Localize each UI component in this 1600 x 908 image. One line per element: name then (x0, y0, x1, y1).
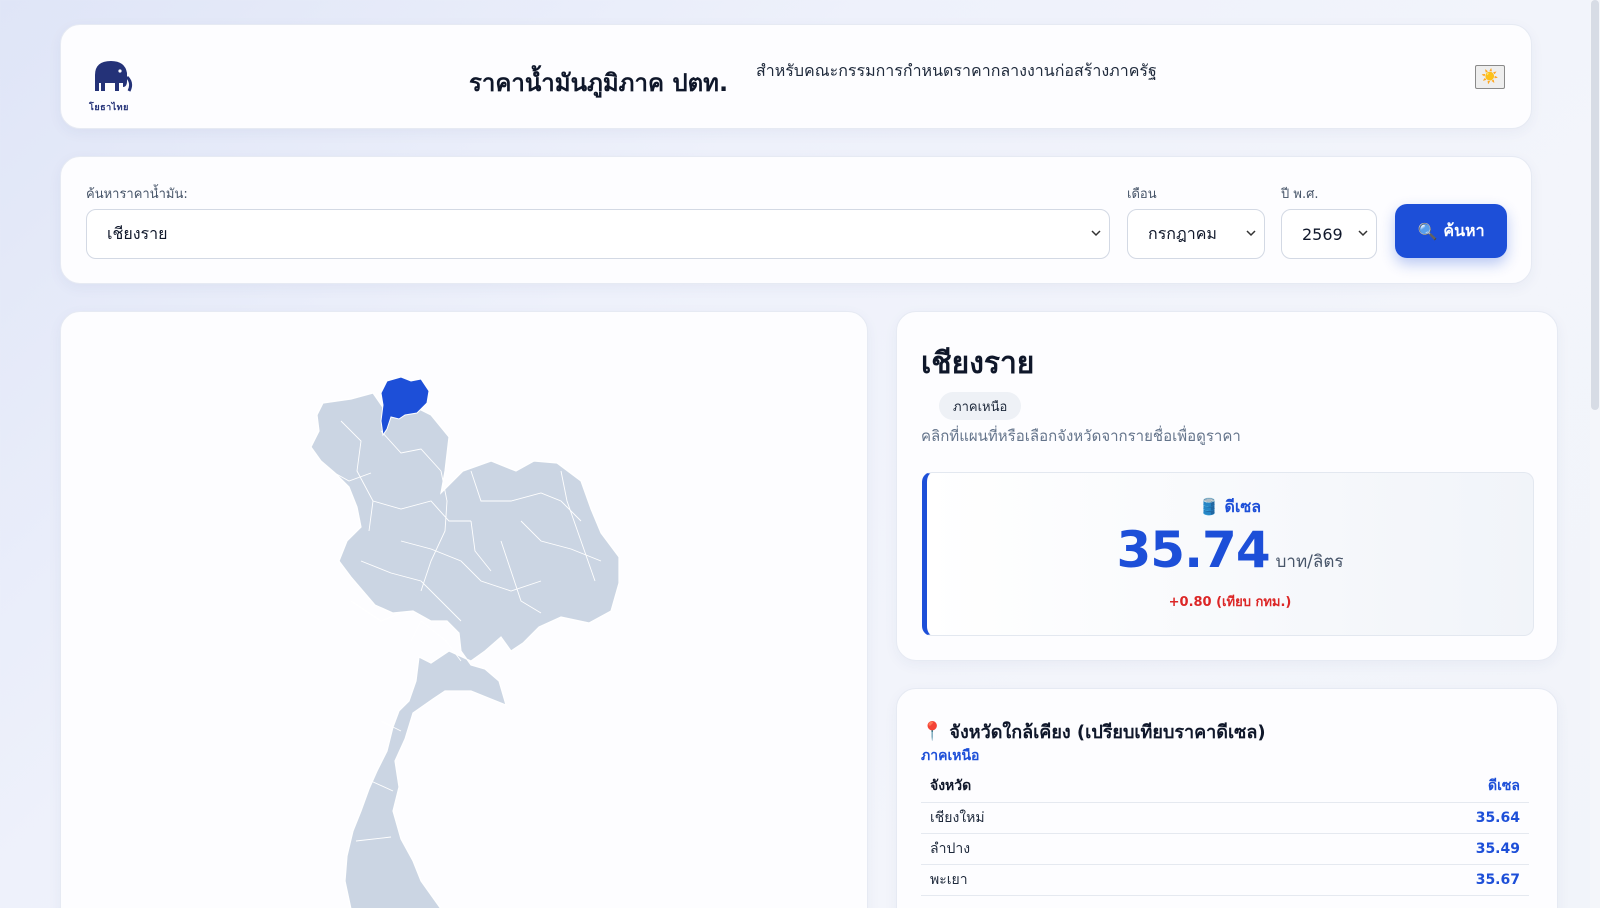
scrollbar-thumb[interactable] (1591, 0, 1599, 410)
year-select[interactable]: 2569 (1281, 209, 1377, 259)
chevron-down-icon (1358, 230, 1368, 237)
header-card: โยธาไทย ราคาน้ำมันภูมิภาค ปตท. สำหรับคณะ… (60, 24, 1532, 129)
search-button[interactable]: 🔍 ค้นหา (1395, 204, 1507, 258)
table-row[interactable]: พะเยา 35.67 (921, 864, 1529, 896)
fuel-can-icon: 🛢️ (1198, 497, 1219, 516)
chevron-down-icon (1246, 230, 1256, 237)
region-badge: ภาคเหนือ (939, 392, 1022, 420)
diesel-price-box: 🛢️ ดีเซล 35.74 บาท/ลิตร +0.80 (เทียบ กทม… (922, 472, 1534, 636)
page-title: ราคาน้ำมันภูมิภาค ปตท. (469, 69, 729, 97)
row-province: พะเยา (921, 864, 1249, 896)
chevron-down-icon (1091, 230, 1101, 237)
pin-icon: 📍 (921, 721, 944, 742)
col-province-header: จังหวัด (921, 771, 1249, 803)
year-select-value: 2569 (1302, 224, 1343, 244)
page-subtitle: สำหรับคณะกรรมการกำหนดราคากลางงานก่อสร้าง… (756, 61, 1157, 80)
table-row[interactable]: เชียงใหม่ 35.64 (921, 802, 1529, 834)
row-price: 35.64 (1248, 802, 1529, 834)
search-icon: 🔍 (1417, 221, 1438, 241)
map-card (60, 311, 868, 908)
month-label: เดือน (1127, 187, 1157, 202)
row-price: 35.67 (1248, 864, 1529, 896)
row-province: เชียงใหม่ (921, 802, 1249, 834)
province-search-label: ค้นหาราคาน้ำมัน: (86, 187, 188, 202)
nearby-provinces-card: 📍 จังหวัดใกล้เคียง (เปรียบเทียบราคาดีเซล… (896, 688, 1558, 908)
nearby-table: จังหวัด ดีเซล เชียงใหม่ 35.64 ลำปาง 35.4… (921, 771, 1529, 896)
search-card: ค้นหาราคาน้ำมัน: เชียงราย เดือน กรกฎาคม … (60, 156, 1532, 284)
province-select-value: เชียงราย (107, 223, 168, 243)
row-province: ลำปาง (921, 833, 1249, 865)
fuel-label: 🛢️ ดีเซล (927, 495, 1533, 520)
price-value: 35.74 (1116, 521, 1270, 579)
province-select[interactable]: เชียงราย (86, 209, 1110, 259)
nearby-region: ภาคเหนือ (921, 748, 980, 764)
province-info-card: เชียงราย ภาคเหนือ คลิกที่แผนที่หรือเลือก… (896, 311, 1558, 661)
row-price: 35.49 (1248, 833, 1529, 865)
fuel-label-text: ดีเซล (1224, 497, 1262, 516)
nearby-title-text: จังหวัดใกล้เคียง (เปรียบเทียบราคาดีเซล) (949, 722, 1266, 743)
thailand-map[interactable] (61, 312, 869, 908)
nearby-title: 📍 จังหวัดใกล้เคียง (เปรียบเทียบราคาดีเซล… (921, 717, 1266, 746)
year-label: ปี พ.ศ. (1281, 187, 1319, 202)
map-hint-text: คลิกที่แผนที่หรือเลือกจังหวัดจากรายชื่อเ… (921, 427, 1241, 445)
page-scrollbar[interactable] (1590, 0, 1600, 908)
month-select-value: กรกฎาคม (1148, 223, 1217, 243)
month-select[interactable]: กรกฎาคม (1127, 209, 1265, 259)
col-price-header: ดีเซล (1248, 771, 1529, 803)
theme-toggle-button[interactable]: ☀️ (1475, 65, 1505, 89)
search-button-label: ค้นหา (1443, 220, 1485, 240)
province-title: เชียงราย (921, 346, 1035, 381)
table-header-row: จังหวัด ดีเซล (921, 771, 1529, 803)
table-row[interactable]: ลำปาง 35.49 (921, 833, 1529, 865)
logo-text: โยธาไทย (89, 103, 129, 113)
price-row: 35.74 บาท/ลิตร (927, 521, 1533, 579)
price-diff: +0.80 (เทียบ กทม.) (1168, 595, 1292, 610)
elephant-logo-icon[interactable] (89, 57, 133, 97)
price-unit: บาท/ลิตร (1275, 552, 1344, 572)
sun-icon: ☀️ (1481, 69, 1499, 85)
